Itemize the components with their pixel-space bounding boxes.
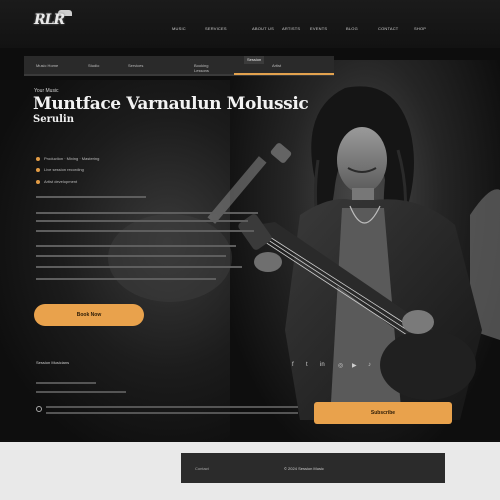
book-now-button[interactable]: Book Now xyxy=(34,304,144,326)
subnav-item-artist[interactable]: Artist xyxy=(272,63,281,68)
hero-title: Muntface Varnaulun Molussic xyxy=(33,94,309,114)
top-header xyxy=(0,0,500,48)
feature-item: Live session recording xyxy=(44,167,84,172)
paragraph-line xyxy=(36,230,254,232)
paragraph-line xyxy=(36,245,236,247)
footer-contact-link[interactable]: Contact xyxy=(195,466,209,471)
bullet-icon xyxy=(36,180,40,184)
nav-item-about[interactable]: ABOUT US xyxy=(252,26,274,31)
instagram-icon[interactable]: ◎ xyxy=(338,362,343,369)
music-note-icon[interactable]: ♪ xyxy=(368,362,371,368)
subnav-item-services[interactable]: Services xyxy=(128,63,143,68)
paragraph-line xyxy=(36,266,242,268)
footer-copyright: © 2024 Session Music xyxy=(284,466,324,471)
hero-section: RLR MUSIC SERVICES ABOUT US ARTISTS EVEN… xyxy=(0,0,500,442)
bullet-icon xyxy=(36,168,40,172)
info-label: Session Musicians xyxy=(36,360,70,365)
nav-item-contact[interactable]: CONTACT xyxy=(378,26,398,31)
nav-item-events[interactable]: EVENTS xyxy=(310,26,327,31)
sub-navigation xyxy=(24,56,334,74)
info-circle-icon xyxy=(36,406,42,412)
paragraph-line xyxy=(36,255,226,257)
fine-print-line xyxy=(46,406,298,408)
paragraph-line xyxy=(36,212,258,214)
feature-item: Artist development xyxy=(44,179,78,184)
subnav-item-home[interactable]: Music Home xyxy=(36,63,58,68)
subnav-item-session[interactable]: Session xyxy=(244,56,265,64)
paragraph-line xyxy=(36,220,248,222)
subnav-item-lessons[interactable]: Lessons xyxy=(194,68,209,73)
fine-print-line xyxy=(46,412,298,414)
nav-item-blog[interactable]: BLOG xyxy=(346,26,358,31)
bullet-icon xyxy=(36,157,40,161)
subscribe-button[interactable]: Subscribe xyxy=(314,402,452,424)
youtube-icon[interactable]: ▶ xyxy=(352,362,357,369)
facebook-icon[interactable]: f xyxy=(292,362,294,368)
nav-item-artists[interactable]: ARTISTS xyxy=(282,26,300,31)
linkedin-icon[interactable]: in xyxy=(320,362,325,368)
paragraph-line xyxy=(36,196,146,198)
site-logo[interactable]: RLR xyxy=(34,12,65,28)
subnav-active-indicator xyxy=(234,73,334,75)
hero-subtitle: Serulin xyxy=(33,114,74,125)
feature-item: Production · Mixing · Mastering xyxy=(44,156,100,161)
paragraph-line xyxy=(36,278,216,280)
twitter-icon[interactable]: t xyxy=(306,362,308,368)
nav-item-shop[interactable]: SHOP xyxy=(414,26,426,31)
nav-item-services[interactable]: SERVICES xyxy=(205,26,227,31)
subnav-item-studio[interactable]: Studio xyxy=(88,63,99,68)
fine-print-line xyxy=(36,382,96,384)
nav-item-music[interactable]: MUSIC xyxy=(172,26,186,31)
fine-print-line xyxy=(36,391,126,393)
